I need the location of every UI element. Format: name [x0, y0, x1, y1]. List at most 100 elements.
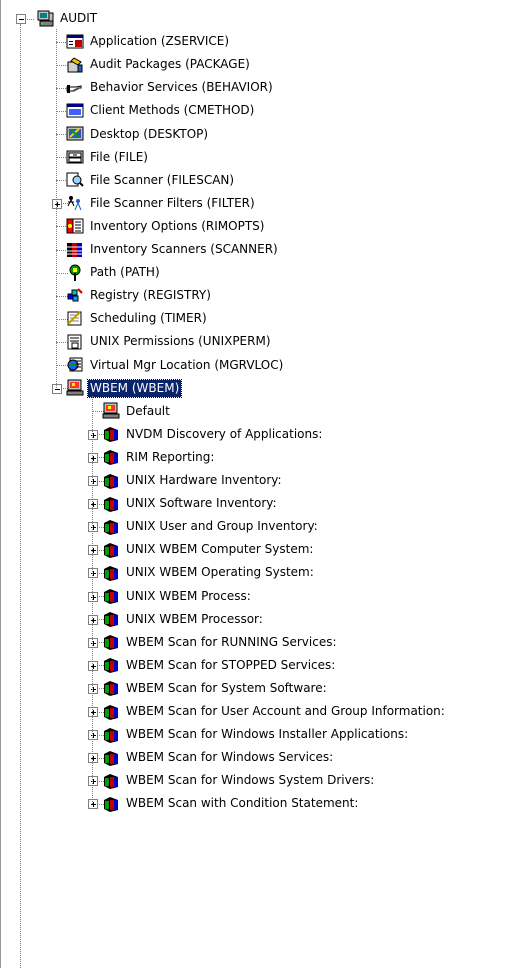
instance-cube-icon — [102, 633, 120, 651]
virtual-manager-icon — [66, 356, 84, 374]
tree-node-behavior-services-behavior[interactable]: Behavior Services (BEHAVIOR) — [66, 76, 275, 99]
instance-cube-icon — [102, 425, 120, 443]
tree-node-label[interactable]: WBEM Scan for RUNNING Services: — [124, 634, 339, 651]
tree-node-label[interactable]: Inventory Options (RIMOPTS) — [88, 218, 266, 235]
tree-node-label[interactable]: Registry (REGISTRY) — [88, 287, 213, 304]
tree-node-label[interactable]: UNIX WBEM Operating System: — [124, 564, 316, 581]
tree-connector — [20, 23, 21, 968]
tree-node-file-scanner-filescan[interactable]: File Scanner (FILESCAN) — [66, 169, 236, 192]
scanner-icon — [66, 241, 84, 259]
instance-cube-icon — [102, 679, 120, 697]
tree-node-unix-hardware-inventory[interactable]: UNIX Hardware Inventory: — [102, 469, 284, 492]
tree-node-wbem-scan-for-windows-installer-applications[interactable]: WBEM Scan for Windows Installer Applicat… — [102, 723, 410, 746]
tree-node-registry-registry[interactable]: Registry (REGISTRY) — [66, 284, 213, 307]
tree-node-label[interactable]: WBEM Scan for STOPPED Services: — [124, 657, 337, 674]
tree-node-label[interactable]: File (FILE) — [88, 149, 150, 166]
tree-node-unix-permissions-unixperm[interactable]: UNIX Permissions (UNIXPERM) — [66, 330, 273, 353]
path-arrow-icon — [66, 264, 84, 282]
tree-node-label[interactable]: WBEM Scan for User Account and Group Inf… — [124, 703, 447, 720]
tree-node-label[interactable]: UNIX Software Inventory: — [124, 495, 279, 512]
tree-node-label[interactable]: UNIX User and Group Inventory: — [124, 518, 320, 535]
tree-node-label[interactable]: Path (PATH) — [88, 264, 162, 281]
tree-node-label[interactable]: Audit Packages (PACKAGE) — [88, 56, 252, 73]
instance-cube-icon — [102, 448, 120, 466]
tree-node-wbem-scan-with-condition-statement[interactable]: WBEM Scan with Condition Statement: — [102, 792, 360, 815]
tree-node-label[interactable]: UNIX WBEM Processor: — [124, 611, 265, 628]
tree-node-label[interactable]: WBEM Scan with Condition Statement: — [124, 795, 360, 812]
tree-node-unix-wbem-processor[interactable]: UNIX WBEM Processor: — [102, 608, 265, 631]
tree-node-application-zservice[interactable]: Application (ZSERVICE) — [66, 30, 231, 53]
tree-node-wbem-scan-for-system-software[interactable]: WBEM Scan for System Software: — [102, 677, 329, 700]
tree-node-label[interactable]: UNIX Permissions (UNIXPERM) — [88, 333, 273, 350]
package-icon — [66, 56, 84, 74]
tree-node-path-path[interactable]: Path (PATH) — [66, 261, 162, 284]
tree-node-file-scanner-filters-filter[interactable]: File Scanner Filters (FILTER) — [66, 192, 257, 215]
registry-icon — [66, 287, 84, 305]
tree-left-border — [0, 0, 1, 968]
instance-cube-icon — [102, 472, 120, 490]
tree-node-label[interactable]: AUDIT — [58, 10, 99, 27]
tree-node-label[interactable]: Scheduling (TIMER) — [88, 310, 209, 327]
instance-cube-icon — [102, 587, 120, 605]
tree-node-rim-reporting[interactable]: RIM Reporting: — [102, 446, 216, 469]
scheduling-icon — [66, 310, 84, 328]
instance-cube-icon — [102, 564, 120, 582]
tree-node-label[interactable]: Behavior Services (BEHAVIOR) — [88, 79, 275, 96]
instance-cube-icon — [102, 656, 120, 674]
instance-cube-icon — [102, 749, 120, 767]
tree-node-unix-software-inventory[interactable]: UNIX Software Inventory: — [102, 492, 279, 515]
application-window-icon — [66, 33, 84, 51]
tree-node-label[interactable]: WBEM Scan for Windows System Drivers: — [124, 772, 376, 789]
tree-node-unix-user-and-group-inventory[interactable]: UNIX User and Group Inventory: — [102, 515, 320, 538]
tree-node-wbem-scan-for-windows-system-drivers[interactable]: WBEM Scan for Windows System Drivers: — [102, 769, 376, 792]
tree-node-unix-wbem-computer-system[interactable]: UNIX WBEM Computer System: — [102, 538, 315, 561]
instance-cube-icon — [102, 795, 120, 813]
instance-cube-icon — [102, 610, 120, 628]
tree-node-label[interactable]: Application (ZSERVICE) — [88, 33, 231, 50]
tree-node-scheduling-timer[interactable]: Scheduling (TIMER) — [66, 307, 209, 330]
file-cabinet-icon — [66, 148, 84, 166]
collapse-toggle-audit[interactable] — [15, 14, 26, 25]
tree-node-label[interactable]: RIM Reporting: — [124, 449, 216, 466]
instance-cube-icon — [102, 518, 120, 536]
tree-node-unix-wbem-operating-system[interactable]: UNIX WBEM Operating System: — [102, 561, 316, 584]
tree-node-label[interactable]: File Scanner Filters (FILTER) — [88, 195, 257, 212]
tree-node-nvdm-discovery-of-applications[interactable]: NVDM Discovery of Applications: — [102, 423, 324, 446]
tree-node-virtual-mgr-location-mgrvloc[interactable]: Virtual Mgr Location (MGRVLOC) — [66, 354, 285, 377]
tree-node-label[interactable]: WBEM (WBEM) — [86, 378, 183, 398]
instance-cube-icon — [102, 495, 120, 513]
tree-node-wbem-wbem[interactable]: WBEM (WBEM) — [66, 377, 183, 400]
tree-node-label[interactable]: WBEM Scan for System Software: — [124, 680, 329, 697]
tree-node-audit[interactable]: AUDIT — [36, 7, 99, 30]
magnifier-icon — [66, 171, 84, 189]
tree-node-wbem-scan-for-running-services[interactable]: WBEM Scan for RUNNING Services: — [102, 631, 339, 654]
tree-node-label[interactable]: UNIX Hardware Inventory: — [124, 472, 284, 489]
tree-node-label[interactable]: WBEM Scan for Windows Services: — [124, 749, 335, 766]
tree-node-inventory-scanners-scanner[interactable]: Inventory Scanners (SCANNER) — [66, 238, 280, 261]
tree-node-label[interactable]: Default — [124, 403, 172, 420]
tree-node-wbem-scan-for-user-account-and-group-information[interactable]: WBEM Scan for User Account and Group Inf… — [102, 700, 447, 723]
tree-node-label[interactable]: Inventory Scanners (SCANNER) — [88, 241, 280, 258]
default-computer-icon — [102, 402, 120, 420]
tree-node-inventory-options-rimopts[interactable]: Inventory Options (RIMOPTS) — [66, 215, 266, 238]
tree-node-label[interactable]: Client Methods (CMETHOD) — [88, 102, 256, 119]
audit-tree-view[interactable]: AUDIT Application (ZSERVICE) Audit Package… — [0, 0, 526, 968]
tree-node-audit-packages-package[interactable]: Audit Packages (PACKAGE) — [66, 53, 252, 76]
tree-node-label[interactable]: UNIX WBEM Computer System: — [124, 541, 315, 558]
tree-node-label[interactable]: Virtual Mgr Location (MGRVLOC) — [88, 357, 285, 374]
options-icon — [66, 217, 84, 235]
tree-node-wbem-scan-for-windows-services[interactable]: WBEM Scan for Windows Services: — [102, 746, 335, 769]
tree-node-label[interactable]: NVDM Discovery of Applications: — [124, 426, 324, 443]
tree-node-client-methods-cmethod[interactable]: Client Methods (CMETHOD) — [66, 99, 256, 122]
tree-node-label[interactable]: File Scanner (FILESCAN) — [88, 172, 236, 189]
tree-node-default[interactable]: Default — [102, 400, 172, 423]
tree-node-desktop-desktop[interactable]: Desktop (DESKTOP) — [66, 123, 210, 146]
tree-node-label[interactable]: WBEM Scan for Windows Installer Applicat… — [124, 726, 410, 743]
tree-node-label[interactable]: UNIX WBEM Process: — [124, 588, 253, 605]
tree-node-label[interactable]: Desktop (DESKTOP) — [88, 126, 210, 143]
wbem-computer-icon — [66, 379, 84, 397]
desktop-tools-icon — [66, 125, 84, 143]
tree-node-wbem-scan-for-stopped-services[interactable]: WBEM Scan for STOPPED Services: — [102, 654, 337, 677]
tree-node-unix-wbem-process[interactable]: UNIX WBEM Process: — [102, 585, 253, 608]
tree-node-file-file[interactable]: File (FILE) — [66, 146, 150, 169]
